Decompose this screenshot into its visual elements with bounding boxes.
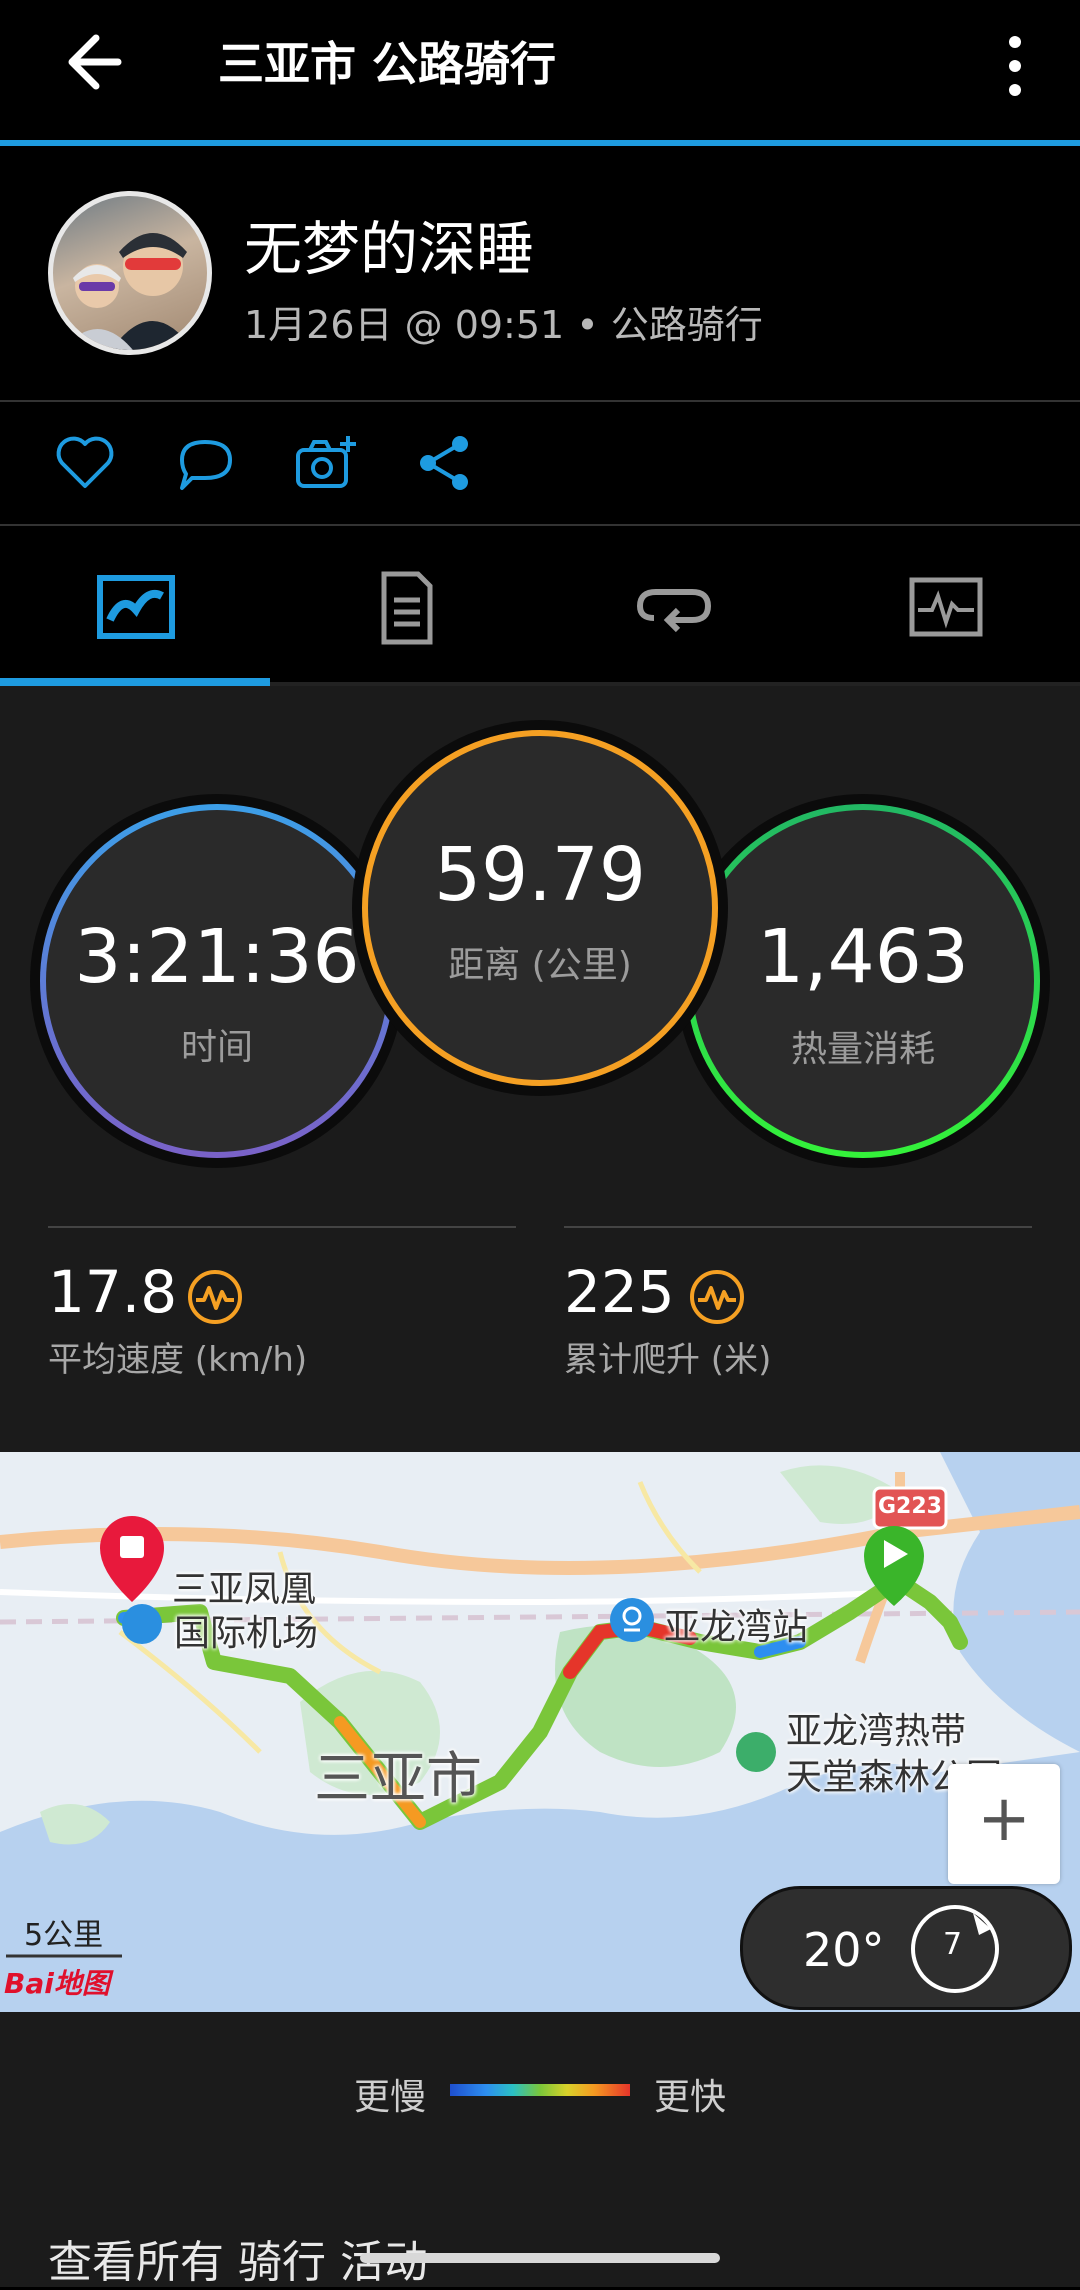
activity-tabs (0, 526, 1080, 686)
speed-legend: 更慢 更快 查看所有 骑行 活动 (0, 2012, 1080, 2288)
speed-gradient-bar (450, 2084, 630, 2096)
road-shield-label: G223 (878, 1494, 942, 1519)
elevation-stat: 225 累计爬升 (米) (564, 1258, 771, 1381)
avatar-photo (63, 233, 193, 350)
action-bar (0, 402, 1080, 524)
zoom-in-button[interactable]: + (948, 1764, 1060, 1884)
activity-profile: 无梦的深睡 1月26日 @ 09:51 • 公路骑行 (0, 146, 1080, 400)
wind-speed: 7 (943, 1927, 963, 1962)
route-map[interactable]: 三亚凤凰 国际机场 亚龙湾站 三亚市 亚龙湾热带 天堂森林公园 G223 5公里… (0, 1452, 1080, 2012)
map-scale: 5公里 (24, 1918, 104, 1953)
app-header: 三亚市 公路骑行 (0, 0, 1080, 140)
distance-ring: 59.79 距离 (公里) (362, 730, 718, 1086)
distance-value: 59.79 (434, 832, 646, 918)
user-name[interactable]: 无梦的深睡 (244, 202, 534, 286)
back-arrow-icon[interactable] (48, 22, 128, 102)
active-tab-indicator (0, 678, 270, 686)
avatar[interactable] (48, 191, 212, 355)
distance-label: 距离 (公里) (448, 945, 632, 986)
legend-fast-label: 更快 (654, 2077, 727, 2118)
map-label-city: 三亚市 (314, 1747, 482, 1812)
map-summary-icon[interactable] (96, 570, 176, 646)
elevation-value: 225 (564, 1258, 675, 1326)
stats-panel: 3:21:36 时间 1,463 热量消耗 59.79 距离 (公里) 17.8… (0, 686, 1080, 1452)
charts-icon[interactable] (906, 570, 986, 646)
more-vert-icon[interactable] (990, 24, 1040, 114)
weather-widget: 20° 7 (740, 1886, 1072, 2010)
camera-add-icon[interactable] (292, 430, 358, 496)
comment-icon[interactable] (172, 430, 238, 496)
temperature: 20° (803, 1923, 885, 1977)
map-logo: Bai地图 (4, 1967, 110, 2000)
activity-date-type: 1月26日 @ 09:51 • 公路骑行 (244, 303, 763, 347)
home-indicator[interactable] (360, 2253, 720, 2263)
calories-ring: 1,463 热量消耗 (686, 804, 1040, 1158)
time-value: 3:21:36 (74, 914, 360, 1000)
calories-value: 1,463 (757, 914, 969, 1000)
avg-speed-stat: 17.8 平均速度 (km/h) (48, 1258, 307, 1381)
map-label-station: 亚龙湾站 (664, 1607, 809, 1648)
avg-speed-value: 17.8 (48, 1258, 178, 1326)
details-list-icon[interactable] (366, 570, 446, 646)
legend-slow-label: 更慢 (354, 2077, 427, 2118)
map-label-park: 亚龙湾热带 (786, 1711, 967, 1752)
heart-icon[interactable] (52, 430, 118, 496)
performance-icon[interactable] (688, 1268, 746, 1326)
laps-icon[interactable] (634, 570, 714, 646)
performance-icon[interactable] (186, 1268, 244, 1326)
time-label: 时间 (180, 1027, 253, 1068)
divider (564, 1226, 1032, 1228)
elevation-label: 累计爬升 (米) (564, 1340, 772, 1380)
time-ring: 3:21:36 时间 (40, 804, 394, 1158)
avg-speed-label: 平均速度 (km/h) (48, 1340, 308, 1380)
calories-label: 热量消耗 (790, 1029, 935, 1070)
page-title: 三亚市 公路骑行 (218, 37, 557, 91)
map-label-airport: 国际机场 (174, 1613, 319, 1654)
divider (48, 1226, 516, 1228)
share-icon[interactable] (412, 430, 478, 496)
